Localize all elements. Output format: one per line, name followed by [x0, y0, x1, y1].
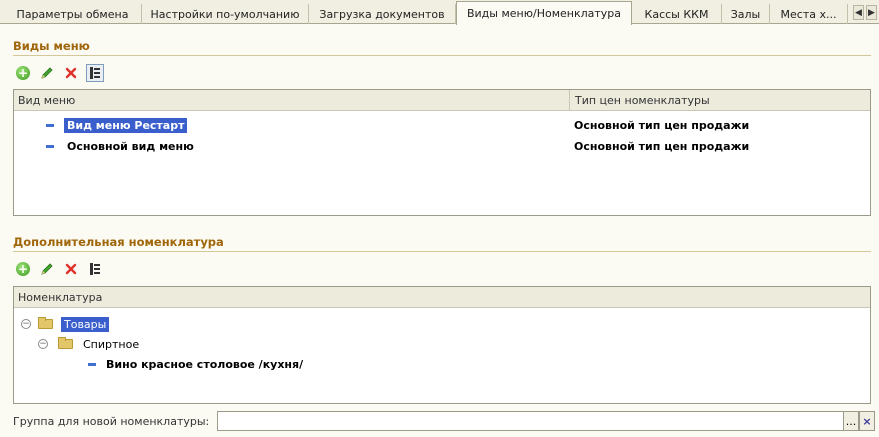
tree-item[interactable]: − Товары — [14, 315, 870, 333]
collapse-icon[interactable]: − — [21, 319, 31, 329]
column-menu-type[interactable]: Вид меню — [14, 94, 75, 107]
extra-nomenclature-title: Дополнительная номенклатура — [13, 235, 224, 249]
tree-item-label: Товары — [61, 316, 110, 332]
nomenclature-header: Номенклатура — [14, 287, 870, 308]
tab-kkm[interactable]: Кассы ККМ — [632, 4, 722, 24]
red-x-icon — [65, 263, 77, 275]
add-menu-type-button[interactable]: + — [14, 64, 32, 82]
pencil-icon — [41, 263, 53, 275]
folder-icon — [38, 317, 53, 329]
tab-default-settings[interactable]: Настройки по-умолчанию — [142, 4, 309, 24]
edit-menu-type-button[interactable] — [38, 64, 56, 82]
new-group-input[interactable] — [217, 411, 844, 431]
hierarchy-icon — [90, 263, 100, 275]
tab-scroll-left-icon[interactable]: ◀ — [853, 5, 864, 20]
menu-type-name: Основной вид меню — [67, 139, 194, 153]
clear-group-button[interactable]: × — [859, 411, 875, 431]
item-marker-icon — [88, 362, 96, 366]
folder-icon — [58, 337, 73, 349]
column-nomenclature[interactable]: Номенклатура — [14, 291, 102, 304]
edit-nomenclature-button[interactable] — [38, 260, 56, 278]
delete-nomenclature-button[interactable] — [62, 260, 80, 278]
select-group-button[interactable]: ... — [843, 411, 859, 431]
table-row[interactable]: Основной вид меню Основной тип цен прода… — [14, 137, 870, 155]
menu-types-toolbar: + — [14, 63, 104, 83]
column-price-type[interactable]: Тип цен номенклатуры — [571, 94, 710, 107]
tab-scroll: ◀ ▶ — [853, 4, 877, 21]
delete-menu-type-button[interactable] — [62, 64, 80, 82]
row-marker-icon — [46, 144, 54, 148]
row-marker-icon — [46, 123, 54, 127]
collapse-icon[interactable]: − — [38, 339, 48, 349]
column-separator — [569, 90, 570, 111]
tree-item[interactable]: Вино красное столовое /кухня/ — [14, 355, 870, 373]
hierarchy-toggle-button[interactable] — [86, 64, 104, 82]
menu-types-table[interactable]: Вид меню Тип цен номенклатуры Вид меню Р… — [13, 89, 871, 216]
pencil-icon — [41, 67, 53, 79]
tab-storage-places[interactable]: Места х... — [770, 4, 848, 24]
menu-type-price: Основной тип цен продажи — [574, 118, 750, 132]
tab-menu-types[interactable]: Виды меню/Номенклатура — [456, 1, 632, 25]
add-nomenclature-button[interactable]: + — [14, 260, 32, 278]
menu-type-price: Основной тип цен продажи — [574, 139, 750, 153]
tab-scroll-right-icon[interactable]: ▶ — [866, 5, 877, 20]
tree-item-label: Вино красное столовое /кухня/ — [106, 357, 304, 371]
plus-circle-icon: + — [16, 66, 30, 80]
tab-halls[interactable]: Залы — [722, 4, 770, 24]
extra-nomenclature-toolbar: + — [14, 259, 104, 279]
menu-types-title: Виды меню — [13, 39, 90, 53]
menu-types-header: Вид меню Тип цен номенклатуры — [14, 90, 870, 111]
hierarchy-toggle-button[interactable] — [86, 260, 104, 278]
red-x-icon — [65, 67, 77, 79]
tab-documents-load[interactable]: Загрузка документов — [309, 4, 456, 24]
table-row[interactable]: Вид меню Рестарт Основной тип цен продаж… — [14, 116, 870, 134]
tree-item[interactable]: − Спиртное — [14, 335, 870, 353]
extra-nomenclature-divider — [13, 251, 871, 252]
new-group-label: Группа для новой номенклатуры: — [13, 415, 210, 428]
menu-type-name: Вид меню Рестарт — [64, 117, 188, 133]
menu-types-divider — [13, 55, 871, 56]
plus-circle-icon: + — [16, 262, 30, 276]
hierarchy-icon — [90, 67, 100, 79]
tab-bar: Параметры обмена Настройки по-умолчанию … — [0, 0, 879, 25]
tree-item-label: Спиртное — [83, 337, 140, 351]
tab-exchange-params[interactable]: Параметры обмена — [4, 4, 142, 24]
nomenclature-tree[interactable]: Номенклатура − Товары − Спиртное Вино кр… — [13, 286, 871, 404]
